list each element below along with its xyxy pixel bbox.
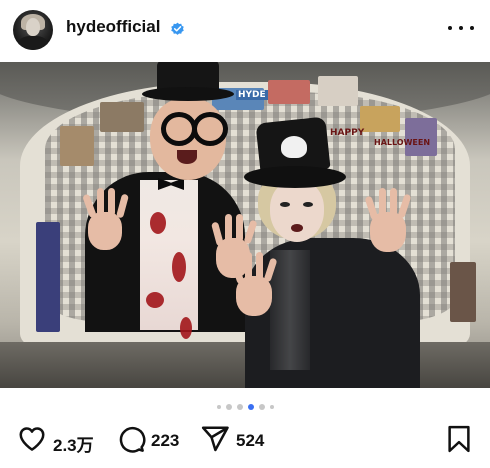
username-link[interactable]: hydeofficial (66, 17, 160, 37)
verified-badge-icon (171, 22, 184, 35)
finger (390, 188, 397, 216)
finger (236, 214, 243, 242)
finger (256, 252, 263, 280)
more-dot (459, 26, 463, 30)
share-paper-plane-icon[interactable] (200, 424, 230, 454)
wall-poster (100, 102, 144, 132)
more-options-icon[interactable] (448, 20, 474, 36)
heart-icon[interactable] (17, 424, 47, 454)
carousel-dot (269, 405, 274, 409)
more-dot (470, 26, 474, 30)
bookmark-icon[interactable] (444, 424, 474, 454)
glasses-right (192, 112, 228, 146)
blood-stain (172, 252, 186, 282)
bloody-shirt (140, 180, 198, 330)
face (270, 180, 324, 242)
carousel-dot (216, 405, 221, 409)
wall-poster (60, 126, 94, 166)
finger (245, 252, 252, 280)
action-bar: 2.3万 223 524 (0, 424, 490, 460)
carousel-dot-active (247, 404, 254, 410)
avatar-body (18, 36, 48, 50)
carousel-dot (236, 404, 243, 410)
carousel-indicator (0, 402, 490, 412)
finger (97, 188, 104, 216)
wall-poster (450, 262, 476, 322)
comment-icon[interactable] (116, 424, 146, 454)
post-photo[interactable]: HYDE HAPPY HALLOWEEN (0, 62, 490, 388)
blood-stain (150, 212, 166, 234)
mouth (177, 150, 197, 164)
post-header: hydeofficial (0, 0, 490, 62)
profile-avatar[interactable] (13, 10, 53, 50)
finger (225, 214, 232, 242)
blood-stain (180, 317, 192, 339)
comment-count[interactable]: 223 (151, 431, 179, 451)
wall-poster (36, 222, 60, 332)
avatar-face (26, 18, 40, 36)
wall-poster (405, 118, 437, 156)
finger (108, 188, 115, 216)
wall-poster (318, 76, 358, 106)
wall-poster (268, 80, 310, 104)
eye (303, 202, 313, 207)
hand (88, 212, 122, 250)
finger (379, 188, 386, 216)
like-count[interactable]: 2.3万 (53, 431, 94, 456)
eye (280, 202, 290, 207)
mouth (291, 224, 303, 232)
jacket-highlight (270, 250, 310, 370)
wall-poster (360, 106, 400, 132)
wall-sign-halloween: HALLOWEEN (374, 138, 431, 147)
wall-sign-happy: HAPPY (330, 128, 365, 138)
skull-emblem (281, 136, 307, 158)
top-hat-brim (142, 87, 234, 101)
carousel-dot (225, 404, 232, 410)
more-dot (448, 26, 452, 30)
wall-sign-hyde: HYDE (236, 90, 268, 100)
skull-hat-brim (244, 166, 346, 188)
blood-stain (146, 292, 164, 308)
share-count[interactable]: 524 (236, 431, 264, 451)
carousel-dot (258, 404, 265, 410)
